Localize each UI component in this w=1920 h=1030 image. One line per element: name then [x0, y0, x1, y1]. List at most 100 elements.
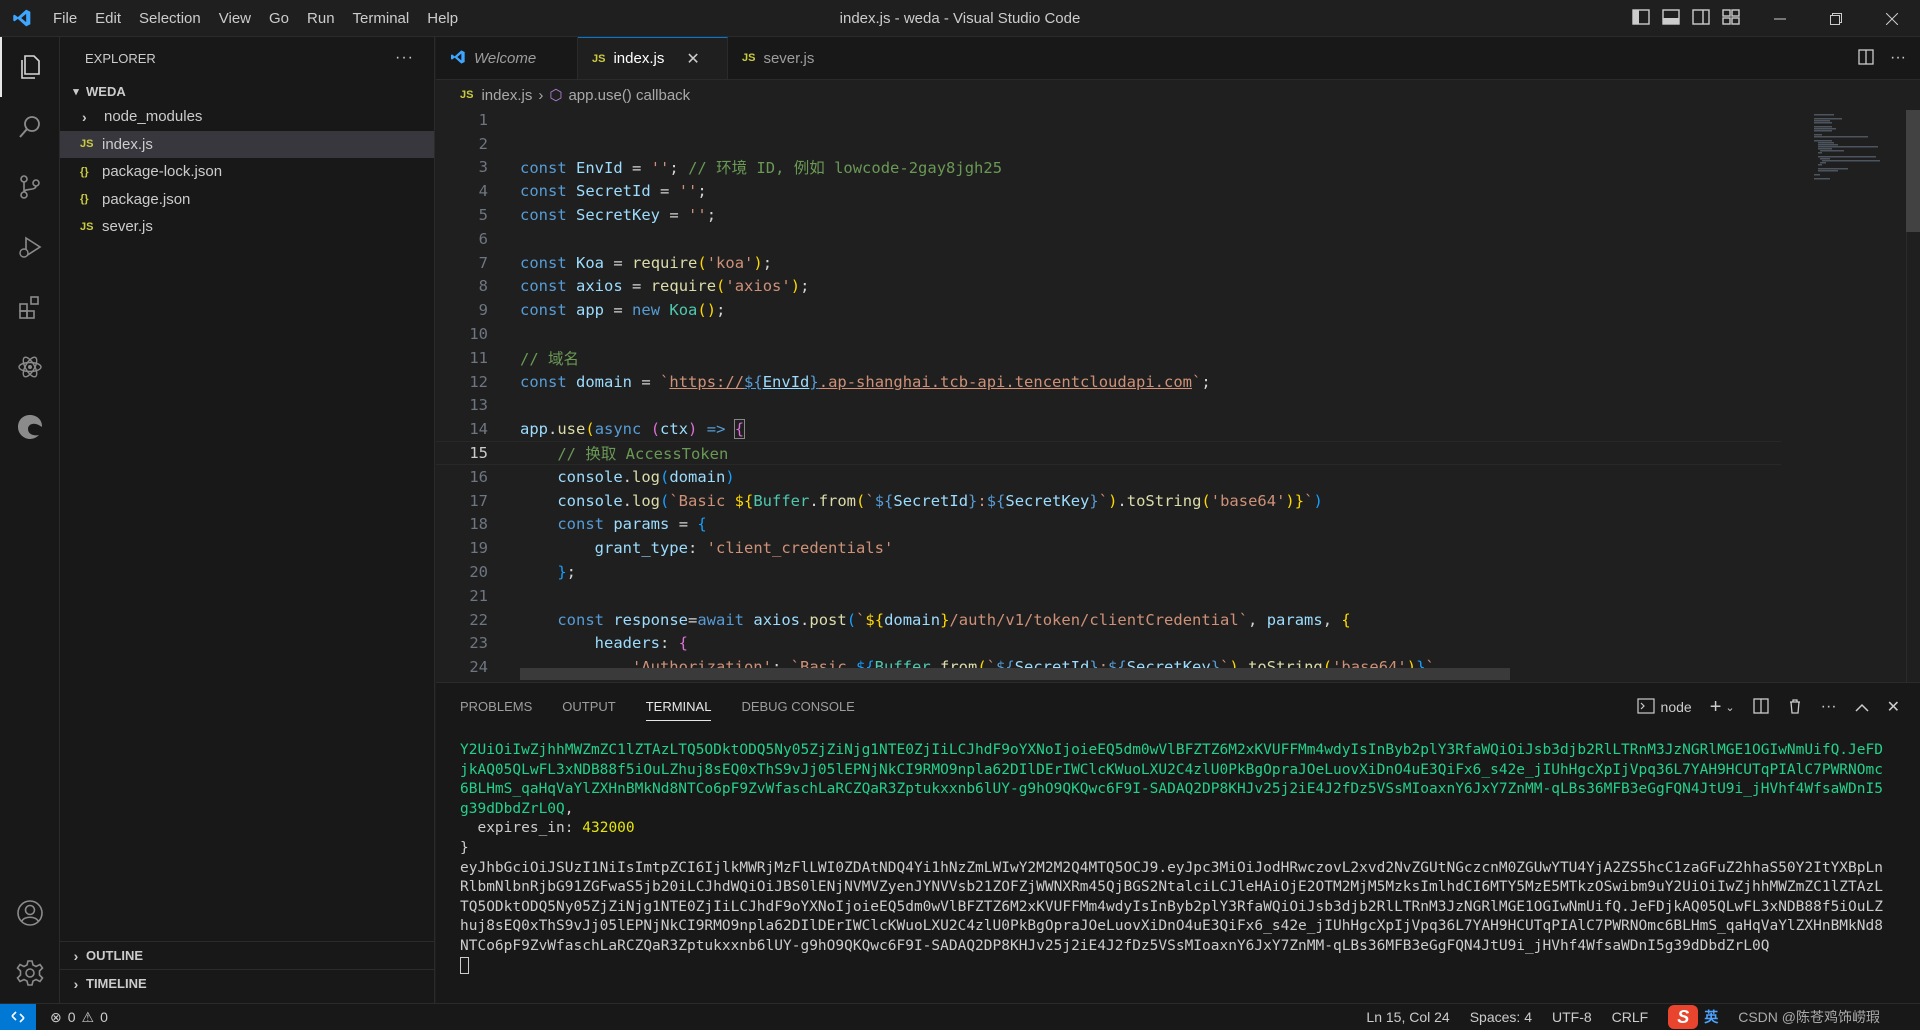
- code-line[interactable]: 21: [436, 584, 1781, 608]
- react-icon[interactable]: [0, 337, 60, 397]
- line-number: 14: [469, 420, 488, 439]
- close-icon[interactable]: ✕: [686, 49, 699, 69]
- tree-item-label: package-lock.json: [102, 163, 223, 181]
- tree-item-package-lock-json[interactable]: {} package-lock.json: [60, 158, 434, 186]
- editor-tabs: Welcome JS index.js ✕ JS sever.js ···: [436, 37, 1920, 80]
- code-line[interactable]: 13: [436, 394, 1781, 418]
- more-actions-icon[interactable]: ···: [395, 49, 414, 67]
- maximize-panel-icon[interactable]: [1855, 699, 1869, 715]
- edge-devtools-icon[interactable]: [0, 397, 60, 457]
- tab-sever-js[interactable]: JS sever.js: [728, 37, 850, 79]
- kill-terminal-trash-icon[interactable]: [1787, 698, 1803, 717]
- toggle-panel-icon[interactable]: [1662, 9, 1680, 28]
- menu-view[interactable]: View: [210, 0, 260, 37]
- chevron-down-icon[interactable]: ⌄: [1725, 701, 1734, 714]
- timeline-title: TIMELINE: [86, 976, 147, 991]
- menu-edit[interactable]: Edit: [86, 0, 130, 37]
- code-line[interactable]: 3 const EnvId = ''; // 环境 ID, 例如 lowcode-…: [436, 156, 1781, 180]
- tree-item-node-modules[interactable]: › node_modules: [60, 103, 434, 131]
- menu-terminal[interactable]: Terminal: [344, 0, 419, 37]
- folder-header-weda[interactable]: ▾ WEDA: [60, 79, 434, 103]
- tab-welcome[interactable]: Welcome: [436, 37, 578, 79]
- new-terminal-icon[interactable]: +: [1710, 696, 1722, 719]
- editor-vertical-scrollbar[interactable]: [1906, 110, 1920, 682]
- code-text: const response=await axios.post(`${domai…: [557, 610, 1351, 629]
- code-editor[interactable]: 1 2 3 const EnvId = ''; // 环境 ID, 例如 lowcod…: [436, 110, 1920, 682]
- code-line[interactable]: 19 grant_type: 'client_credentials': [436, 536, 1781, 560]
- terminal-output[interactable]: Y2UiOiIwZjhhMWZmZC1lZTAzLTQ5ODktODQ5Ny05…: [460, 741, 1890, 976]
- code-line[interactable]: 10: [436, 322, 1781, 346]
- menu-selection[interactable]: Selection: [130, 0, 210, 37]
- code-line[interactable]: 23 headers: {: [436, 632, 1781, 656]
- tree-item-sever-js[interactable]: JS sever.js: [60, 213, 434, 241]
- line-number: 21: [469, 586, 488, 605]
- code-line[interactable]: 2: [436, 132, 1781, 156]
- menu-help[interactable]: Help: [418, 0, 467, 37]
- breadcrumb-file[interactable]: index.js: [481, 87, 532, 104]
- breadcrumb: JS index.js › ⬡ app.use() callback: [436, 80, 1920, 110]
- close-window-icon[interactable]: [1864, 0, 1920, 37]
- scrollbar-thumb[interactable]: [1906, 110, 1920, 232]
- tab-problems[interactable]: PROBLEMS: [460, 683, 532, 731]
- run-debug-icon[interactable]: [0, 217, 60, 277]
- code-line[interactable]: 22 const response=await axios.post(`${do…: [436, 608, 1781, 632]
- minimize-icon[interactable]: [1752, 0, 1808, 37]
- code-line[interactable]: 9 const app = new Koa();: [436, 298, 1781, 322]
- more-actions-icon[interactable]: ···: [1890, 49, 1906, 67]
- code-line[interactable]: 11 // 域名: [436, 346, 1781, 370]
- menu-go[interactable]: Go: [260, 0, 298, 37]
- code-line[interactable]: 18 const params = {: [436, 513, 1781, 537]
- close-panel-icon[interactable]: ✕: [1887, 697, 1900, 717]
- problems-status[interactable]: ⊗ 0 ⚠ 0: [36, 1009, 108, 1026]
- terminal-token-line: eyJhbGciOiJSUzI1NiIsImtpZCI6IjlkMWRjMzFl…: [460, 859, 1883, 954]
- timeline-section-header[interactable]: › TIMELINE: [60, 970, 435, 997]
- terminal-selector[interactable]: node: [1636, 697, 1692, 717]
- terminal-expires-value: 432000: [582, 820, 635, 837]
- line-number: 17: [469, 491, 488, 510]
- code-line[interactable]: 12 const domain = `https://${EnvId}.ap-sh…: [436, 370, 1781, 394]
- source-control-icon[interactable]: [0, 157, 60, 217]
- editor-horizontal-scrollbar[interactable]: [520, 668, 1510, 680]
- tree-item-index-js[interactable]: JS index.js: [60, 130, 434, 158]
- code-line[interactable]: 15 // 换取 AccessToken: [436, 441, 1781, 465]
- split-terminal-icon[interactable]: [1752, 697, 1769, 717]
- search-icon[interactable]: [0, 97, 60, 157]
- tab-debug-console[interactable]: DEBUG CONSOLE: [741, 683, 854, 731]
- code-line[interactable]: 4 const SecretId = '';: [436, 179, 1781, 203]
- code-line[interactable]: 17 console.log(`Basic ${Buffer.from(`${S…: [436, 489, 1781, 513]
- outline-section-header[interactable]: › OUTLINE: [60, 942, 435, 969]
- code-line[interactable]: 1: [436, 110, 1781, 132]
- code-line[interactable]: 5 const SecretKey = '';: [436, 203, 1781, 227]
- encoding[interactable]: UTF-8: [1552, 1009, 1592, 1025]
- extensions-icon[interactable]: [0, 277, 60, 337]
- cursor-position[interactable]: Ln 15, Col 24: [1366, 1009, 1449, 1025]
- toggle-primary-sidebar-icon[interactable]: [1632, 9, 1650, 28]
- ime-indicator[interactable]: S 英: [1668, 1005, 1718, 1029]
- customize-layout-icon[interactable]: [1722, 9, 1740, 28]
- minimap[interactable]: [1812, 110, 1892, 682]
- code-line[interactable]: 7 const Koa = require('koa');: [436, 251, 1781, 275]
- tab-output[interactable]: OUTPUT: [562, 683, 615, 731]
- code-line[interactable]: 20 };: [436, 560, 1781, 584]
- split-editor-icon[interactable]: [1858, 48, 1874, 68]
- tree-item-package-json[interactable]: {} package.json: [60, 186, 434, 214]
- code-line[interactable]: 14 app.use(async (ctx) => {: [436, 417, 1781, 441]
- end-of-line[interactable]: CRLF: [1612, 1009, 1649, 1025]
- breadcrumb-symbol[interactable]: app.use() callback: [568, 87, 690, 104]
- accounts-icon[interactable]: [0, 883, 60, 943]
- tree-item-label: package.json: [102, 190, 191, 208]
- menu-run[interactable]: Run: [298, 0, 344, 37]
- toggle-secondary-sidebar-icon[interactable]: [1692, 9, 1710, 28]
- remote-indicator-icon[interactable]: [0, 1003, 36, 1030]
- tab-terminal[interactable]: TERMINAL: [645, 683, 711, 731]
- tab-index-js[interactable]: JS index.js ✕: [578, 37, 728, 79]
- more-actions-icon[interactable]: ···: [1821, 698, 1837, 716]
- menu-file[interactable]: File: [44, 0, 86, 37]
- manage-gear-icon[interactable]: [0, 943, 60, 1003]
- restore-icon[interactable]: [1808, 0, 1864, 37]
- code-line[interactable]: 16 console.log(domain): [436, 465, 1781, 489]
- code-line[interactable]: 6: [436, 227, 1781, 251]
- code-line[interactable]: 8 const axios = require('axios');: [436, 275, 1781, 299]
- indentation[interactable]: Spaces: 4: [1470, 1009, 1532, 1025]
- explorer-icon[interactable]: [0, 37, 60, 97]
